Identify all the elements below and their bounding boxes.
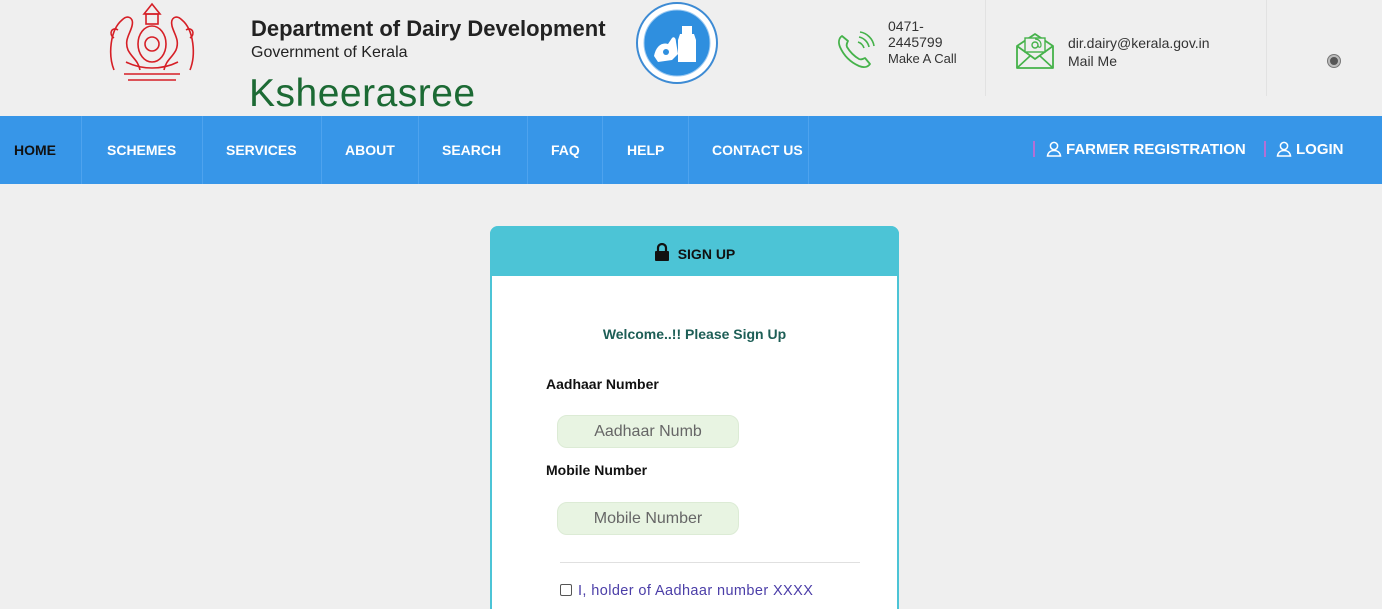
nav-divider xyxy=(688,116,689,184)
welcome-message: Welcome..!! Please Sign Up xyxy=(602,326,787,342)
signup-card-header: SIGN UP xyxy=(490,226,899,276)
department-subtitle: Government of Kerala xyxy=(251,44,408,61)
nav-item-about[interactable]: ABOUT xyxy=(345,116,395,184)
nav-item-faq[interactable]: FAQ xyxy=(551,116,580,184)
user-icon xyxy=(1046,141,1062,157)
phone-number: 0471-2445799 xyxy=(888,18,943,50)
phone-contact[interactable]: 0471-2445799 Make A Call xyxy=(888,18,968,65)
nav-item-search[interactable]: SEARCH xyxy=(442,116,501,184)
nav-item-help[interactable]: HELP xyxy=(627,116,664,184)
signup-card: SIGN UP Welcome..!! Please Sign Up Aadha… xyxy=(490,226,899,609)
nav-pipe-divider xyxy=(1264,141,1266,157)
nav-divider xyxy=(81,116,82,184)
mobile-input[interactable] xyxy=(557,502,739,535)
nav-item-home[interactable]: HOME xyxy=(14,116,56,184)
consent-statement: I, holder of Aadhaar number XXXX xyxy=(560,583,813,599)
dairy-department-logo xyxy=(636,2,718,84)
farmer-registration-link[interactable]: FARMER REGISTRATION xyxy=(1046,116,1246,184)
login-link[interactable]: LOGIN xyxy=(1276,116,1344,184)
main-navigation: HOME SCHEMES SERVICES ABOUT SEARCH FAQ H… xyxy=(0,116,1382,184)
nav-divider xyxy=(418,116,419,184)
kerala-emblem-logo xyxy=(109,2,195,81)
mail-icon[interactable] xyxy=(1013,30,1057,70)
nav-item-schemes[interactable]: SCHEMES xyxy=(107,116,176,184)
site-header: Department of Dairy Development Governme… xyxy=(0,0,1382,116)
signup-title: SIGN UP xyxy=(677,246,736,262)
nav-divider xyxy=(602,116,603,184)
consent-text: I, holder of Aadhaar number XXXX xyxy=(578,583,814,599)
nav-divider xyxy=(202,116,203,184)
farmer-registration-label: FARMER REGISTRATION xyxy=(1066,141,1246,158)
user-icon xyxy=(1276,141,1292,157)
brand-name[interactable]: Ksheerasree xyxy=(249,72,476,116)
divider xyxy=(560,562,860,563)
department-title: Department of Dairy Development xyxy=(251,16,606,41)
header-divider xyxy=(985,0,986,96)
phone-icon[interactable] xyxy=(834,30,876,72)
language-toggle-icon[interactable] xyxy=(1328,55,1340,67)
header-divider xyxy=(1266,0,1267,96)
nav-item-services[interactable]: SERVICES xyxy=(226,116,297,184)
mobile-label: Mobile Number xyxy=(546,462,648,478)
lock-icon xyxy=(654,243,669,262)
email-contact[interactable]: dir.dairy@kerala.gov.in Mail Me xyxy=(1068,34,1210,70)
nav-divider xyxy=(321,116,322,184)
nav-divider xyxy=(808,116,809,184)
aadhaar-input[interactable] xyxy=(557,415,739,448)
nav-divider xyxy=(527,116,528,184)
login-label: LOGIN xyxy=(1296,141,1344,158)
aadhaar-label: Aadhaar Number xyxy=(546,376,659,392)
nav-pipe-divider xyxy=(1033,141,1035,157)
email-address: dir.dairy@kerala.gov.in xyxy=(1068,35,1210,51)
consent-checkbox[interactable] xyxy=(560,583,572,596)
email-cta: Mail Me xyxy=(1068,53,1118,69)
nav-item-contact-us[interactable]: CONTACT US xyxy=(712,116,803,184)
phone-cta: Make A Call xyxy=(888,51,957,66)
